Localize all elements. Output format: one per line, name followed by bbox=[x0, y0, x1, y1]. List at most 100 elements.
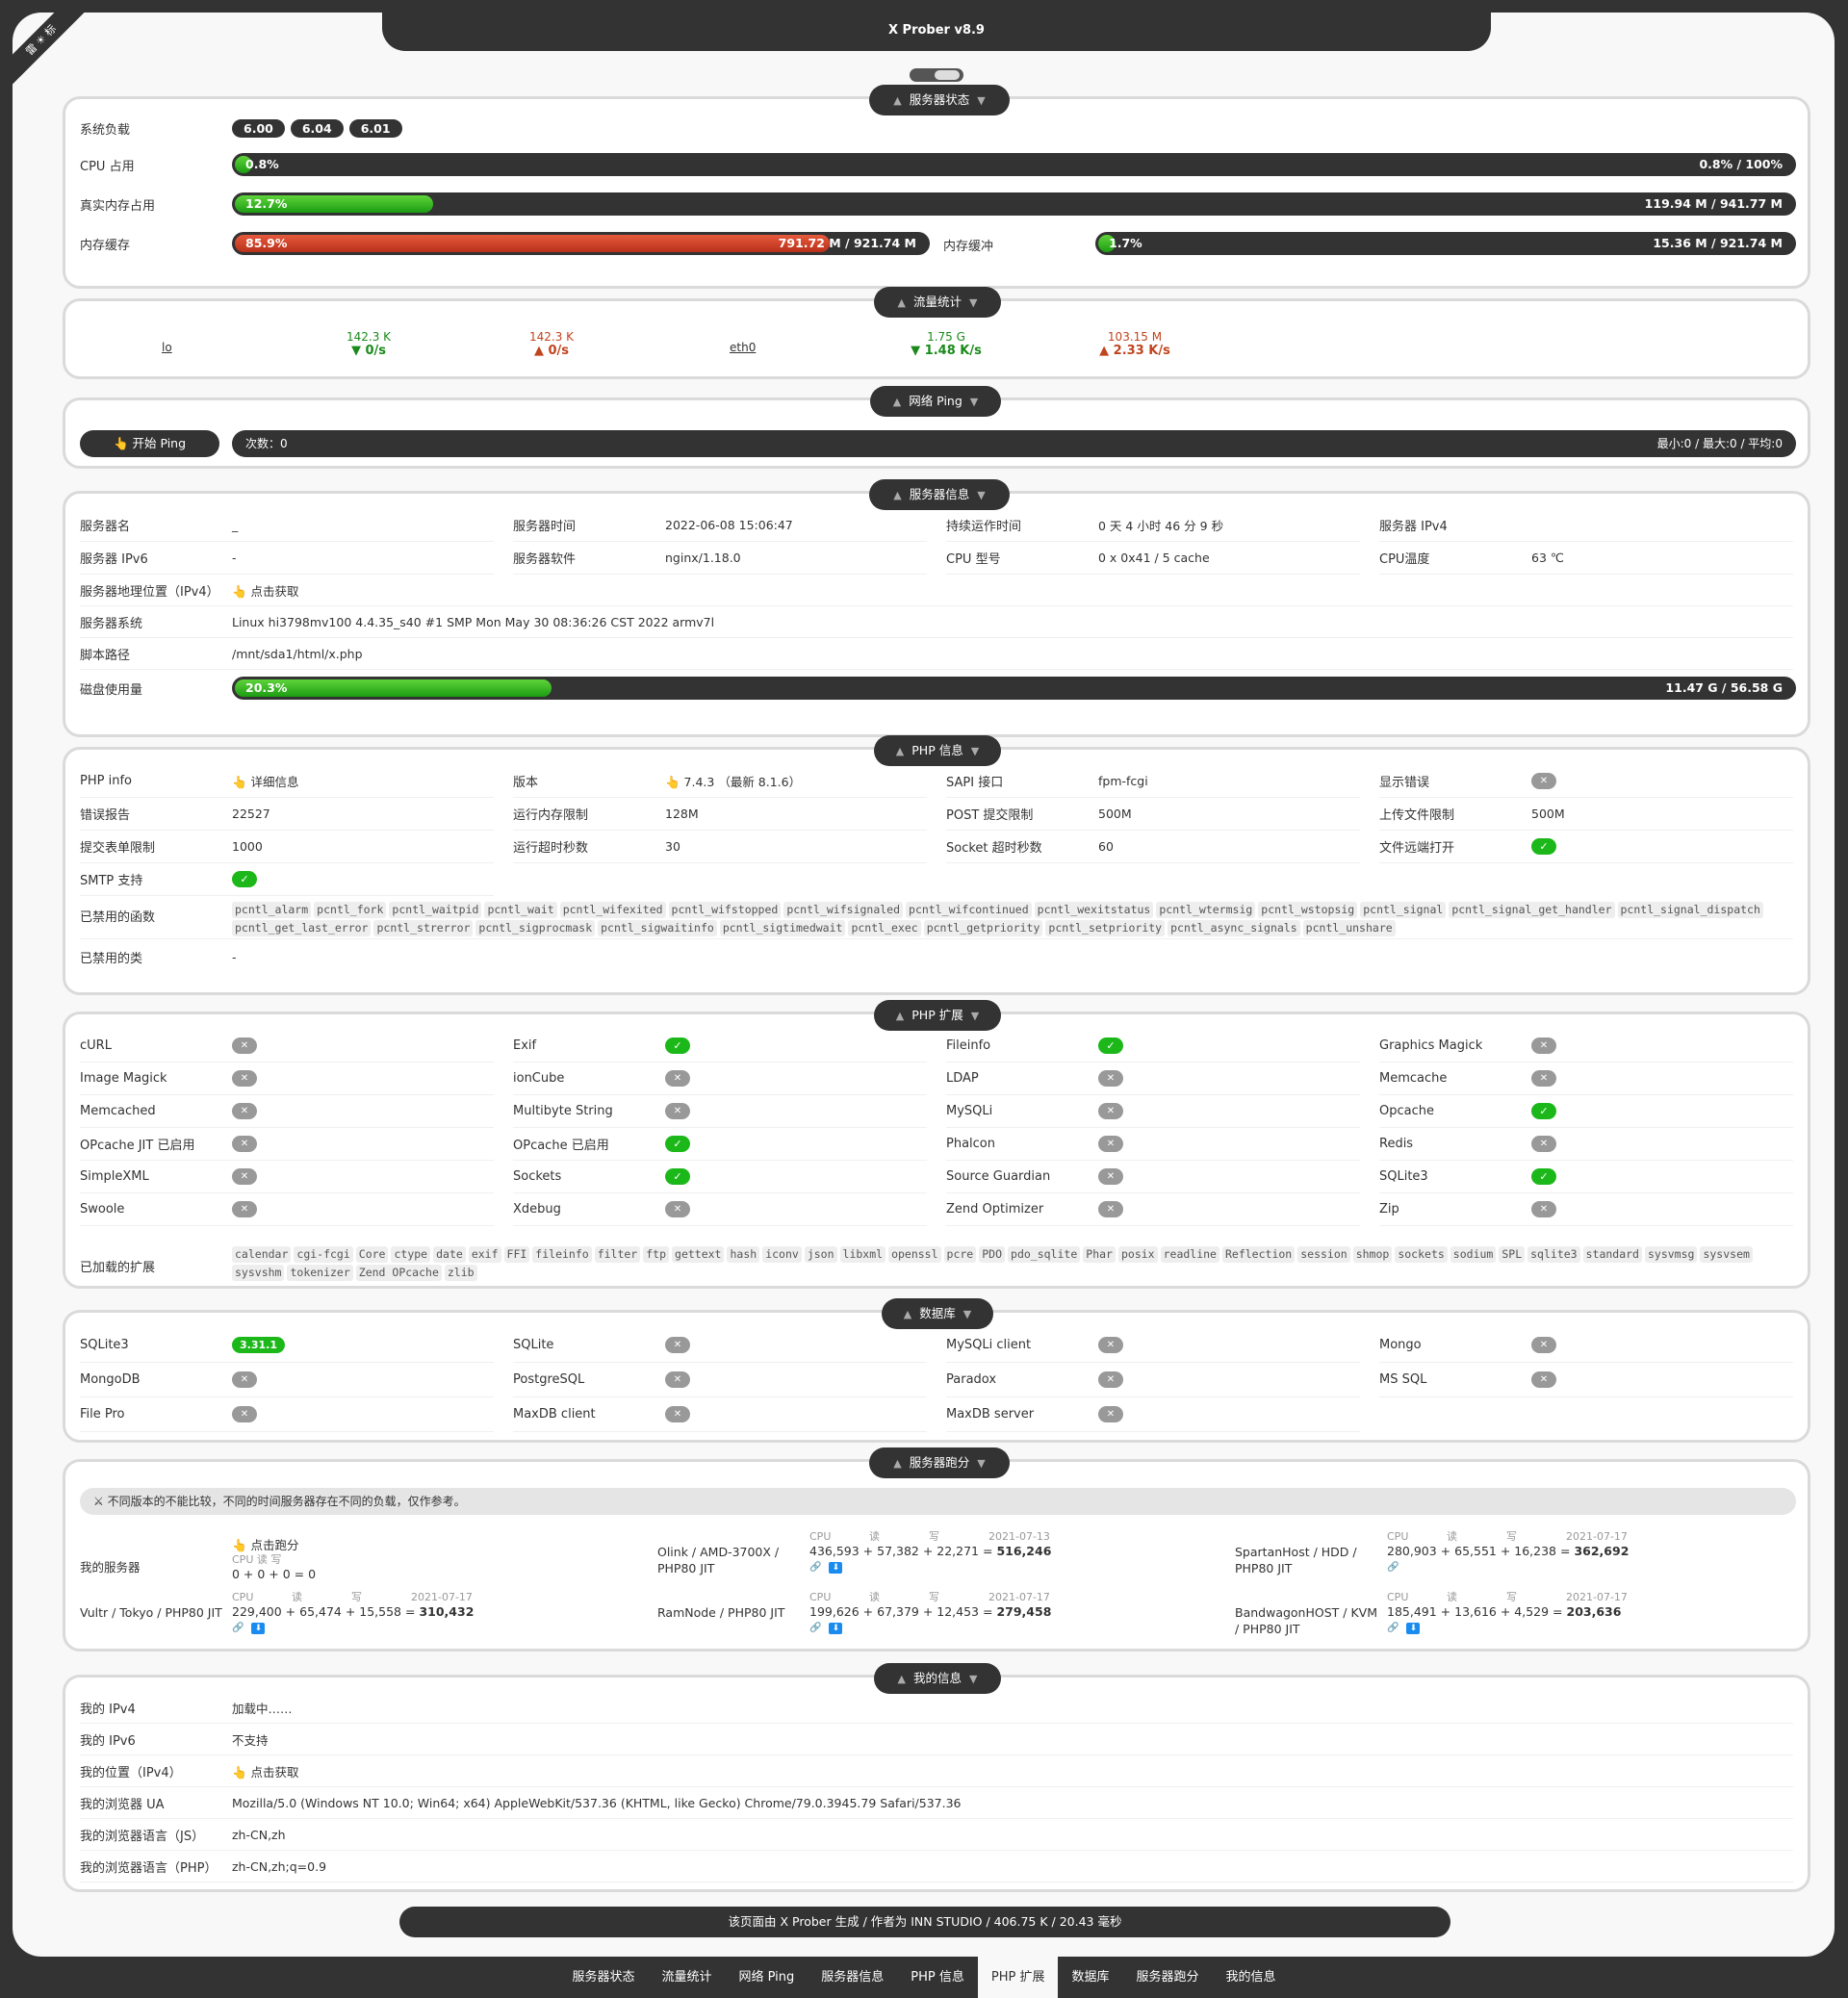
chevron-down-icon[interactable]: ▼ bbox=[969, 1673, 977, 1685]
cell-label: SQLite3 bbox=[80, 1338, 129, 1352]
load-5min: 6.04 bbox=[290, 118, 344, 138]
ping-legend[interactable]: ▲ 网络 Ping ▼ bbox=[870, 386, 1001, 417]
server-info-legend[interactable]: ▲ 服务器信息 ▼ bbox=[869, 479, 1010, 510]
iface-eth0-name[interactable]: eth0 bbox=[730, 341, 756, 354]
php-ext-legend[interactable]: ▲ PHP 扩展 ▼ bbox=[874, 1000, 1001, 1031]
traffic-legend[interactable]: ▲ 流量统计 ▼ bbox=[874, 287, 1001, 318]
ping-count: 次数：0 bbox=[245, 437, 288, 450]
link-icon[interactable]: 🔗 bbox=[232, 1623, 244, 1633]
disabled-icon: ✕ bbox=[232, 1406, 257, 1422]
chevron-down-icon[interactable]: ▼ bbox=[971, 745, 979, 757]
legend-label: PHP 扩展 bbox=[911, 1008, 963, 1022]
chevron-up-icon[interactable]: ▲ bbox=[896, 1010, 904, 1022]
start-ping-button[interactable]: 👆 开始 Ping bbox=[80, 430, 219, 457]
link-icon[interactable]: 🔗 bbox=[1387, 1623, 1399, 1633]
cell-label: Memcached bbox=[80, 1104, 156, 1118]
cell-label: SQLite bbox=[513, 1338, 554, 1352]
cell-value[interactable]: 👆 7.4.3 （最新 8.1.6） bbox=[665, 772, 801, 790]
nav-tab-2[interactable]: 流量统计 bbox=[648, 1957, 725, 1998]
geo-fetch-link[interactable]: 👆 点击获取 bbox=[232, 581, 299, 600]
my-info-row: 我的 IPv6 不支持 bbox=[80, 1725, 1793, 1755]
server-status-legend[interactable]: ▲ 服务器状态 ▼ bbox=[869, 85, 1010, 115]
bench-server-name: Vultr / Tokyo / PHP80 JIT bbox=[80, 1605, 222, 1620]
chevron-up-icon[interactable]: ▲ bbox=[904, 1308, 911, 1320]
disabled-icon: ✕ bbox=[1098, 1201, 1123, 1217]
bench-head-read: 读 bbox=[1447, 1591, 1457, 1603]
run-benchmark-link[interactable]: 👆 点击跑分 bbox=[232, 1538, 316, 1552]
bench-server-score: CPU 读 写 2021-07-13 436,593 + 57,382 + 22,271… bbox=[809, 1529, 1056, 1575]
chevron-up-icon[interactable]: ▲ bbox=[893, 489, 901, 501]
bench-date: 2021-07-13 bbox=[988, 1530, 1050, 1543]
link-icon[interactable]: 🔗 bbox=[809, 1623, 821, 1633]
download-icon[interactable]: ⬇ bbox=[251, 1623, 266, 1634]
bench-formula: 185,491 + 13,616 + 4,529 = bbox=[1387, 1604, 1563, 1619]
database-legend[interactable]: ▲ 数据库 ▼ bbox=[882, 1298, 993, 1329]
chevron-down-icon[interactable]: ▼ bbox=[963, 1308, 971, 1320]
chevron-down-icon[interactable]: ▼ bbox=[977, 489, 985, 501]
iface-lo-name[interactable]: lo bbox=[162, 341, 172, 354]
my-info-legend[interactable]: ▲ 我的信息 ▼ bbox=[874, 1663, 1001, 1694]
chevron-up-icon[interactable]: ▲ bbox=[893, 94, 901, 107]
cell-value: 30 bbox=[665, 839, 680, 854]
nav-tab-6[interactable]: PHP 扩展 bbox=[977, 1957, 1059, 1998]
info-cell: Mongo ✕ bbox=[1379, 1328, 1793, 1363]
chevron-down-icon[interactable]: ▼ bbox=[970, 396, 978, 408]
bench-formula: 229,400 + 65,474 + 15,558 = bbox=[232, 1604, 416, 1619]
chevron-down-icon[interactable]: ▼ bbox=[977, 94, 985, 107]
cell-value: nginx/1.18.0 bbox=[665, 551, 741, 565]
tag-item: pcntl_wifexited bbox=[559, 902, 666, 918]
nav-tab-5[interactable]: PHP 信息 bbox=[897, 1957, 978, 1998]
nav-tab-4[interactable]: 服务器信息 bbox=[808, 1957, 897, 1998]
nav-tab-7[interactable]: 数据库 bbox=[1058, 1957, 1122, 1998]
bench-total: 516,246 bbox=[996, 1544, 1052, 1558]
chevron-up-icon[interactable]: ▲ bbox=[893, 396, 901, 408]
tag-item: pcntl_signal_dispatch bbox=[1617, 902, 1763, 918]
cell-label: Memcache bbox=[1379, 1071, 1448, 1086]
download-icon[interactable]: ⬇ bbox=[1406, 1623, 1421, 1634]
bench-formula: 280,903 + 65,551 + 16,238 = bbox=[1387, 1544, 1571, 1558]
cell-label: 错误报告 bbox=[80, 808, 131, 823]
tag-item: pcntl_sigprocmask bbox=[475, 920, 596, 936]
download-icon[interactable]: ⬇ bbox=[829, 1562, 843, 1574]
nav-tab-3[interactable]: 网络 Ping bbox=[725, 1957, 808, 1998]
chevron-down-icon[interactable]: ▼ bbox=[971, 1010, 979, 1022]
info-cell: Paradox ✕ bbox=[946, 1363, 1360, 1397]
chevron-up-icon[interactable]: ▲ bbox=[893, 1457, 901, 1470]
corner-ribbon[interactable]: 雷 ☀ 标 bbox=[0, 0, 87, 86]
legend-label: 服务器跑分 bbox=[909, 1455, 970, 1470]
info-cell: Opcache ✓ bbox=[1379, 1095, 1793, 1128]
php-info-legend[interactable]: ▲ PHP 信息 ▼ bbox=[874, 735, 1001, 766]
cell-label: Opcache bbox=[1379, 1104, 1434, 1118]
disabled-icon: ✕ bbox=[232, 1070, 257, 1087]
info-cell: MySQLi client ✕ bbox=[946, 1328, 1360, 1363]
nav-tab-8[interactable]: 服务器跑分 bbox=[1123, 1957, 1213, 1998]
info-cell: PHP info 👆 详细信息 bbox=[80, 765, 494, 798]
chevron-up-icon[interactable]: ▲ bbox=[898, 296, 906, 309]
my-info-value: 加载中…… bbox=[232, 1702, 293, 1716]
disabled-icon: ✕ bbox=[1531, 1201, 1556, 1217]
disabled-icon: ✕ bbox=[1531, 1037, 1556, 1054]
dark-mode-toggle[interactable] bbox=[910, 68, 963, 82]
nav-tab-9[interactable]: 我的信息 bbox=[1213, 1957, 1290, 1998]
nav-tab-1[interactable]: 服务器状态 bbox=[558, 1957, 648, 1998]
link-icon[interactable]: 🔗 bbox=[1387, 1562, 1399, 1573]
benchmark-legend[interactable]: ▲ 服务器跑分 ▼ bbox=[869, 1447, 1010, 1478]
tag-item: pcntl_unshare bbox=[1302, 920, 1396, 936]
tag-item: sqlite3 bbox=[1527, 1246, 1580, 1263]
eth0-tx-total: 1.75 G bbox=[927, 330, 965, 344]
chevron-down-icon[interactable]: ▼ bbox=[969, 296, 977, 309]
cell-value: 0 天 4 小时 46 分 9 秒 bbox=[1098, 519, 1224, 533]
link-icon[interactable]: 🔗 bbox=[809, 1562, 821, 1573]
chevron-down-icon[interactable]: ▼ bbox=[977, 1457, 985, 1470]
chevron-up-icon[interactable]: ▲ bbox=[898, 1673, 906, 1685]
tag-item: Reflection bbox=[1221, 1246, 1296, 1263]
tag-item: sysvsem bbox=[1700, 1246, 1753, 1263]
download-icon[interactable]: ⬇ bbox=[829, 1623, 843, 1634]
tag-item: pcntl_sigtimedwait bbox=[719, 920, 846, 936]
tag-item: sysvshm bbox=[232, 1265, 285, 1281]
cell-value[interactable]: 👆 详细信息 bbox=[232, 772, 299, 790]
my-info-value[interactable]: 👆 点击获取 bbox=[232, 1762, 299, 1780]
tag-item: PDO bbox=[979, 1246, 1006, 1263]
chevron-up-icon[interactable]: ▲ bbox=[896, 745, 904, 757]
disabled-icon: ✕ bbox=[1098, 1406, 1123, 1422]
